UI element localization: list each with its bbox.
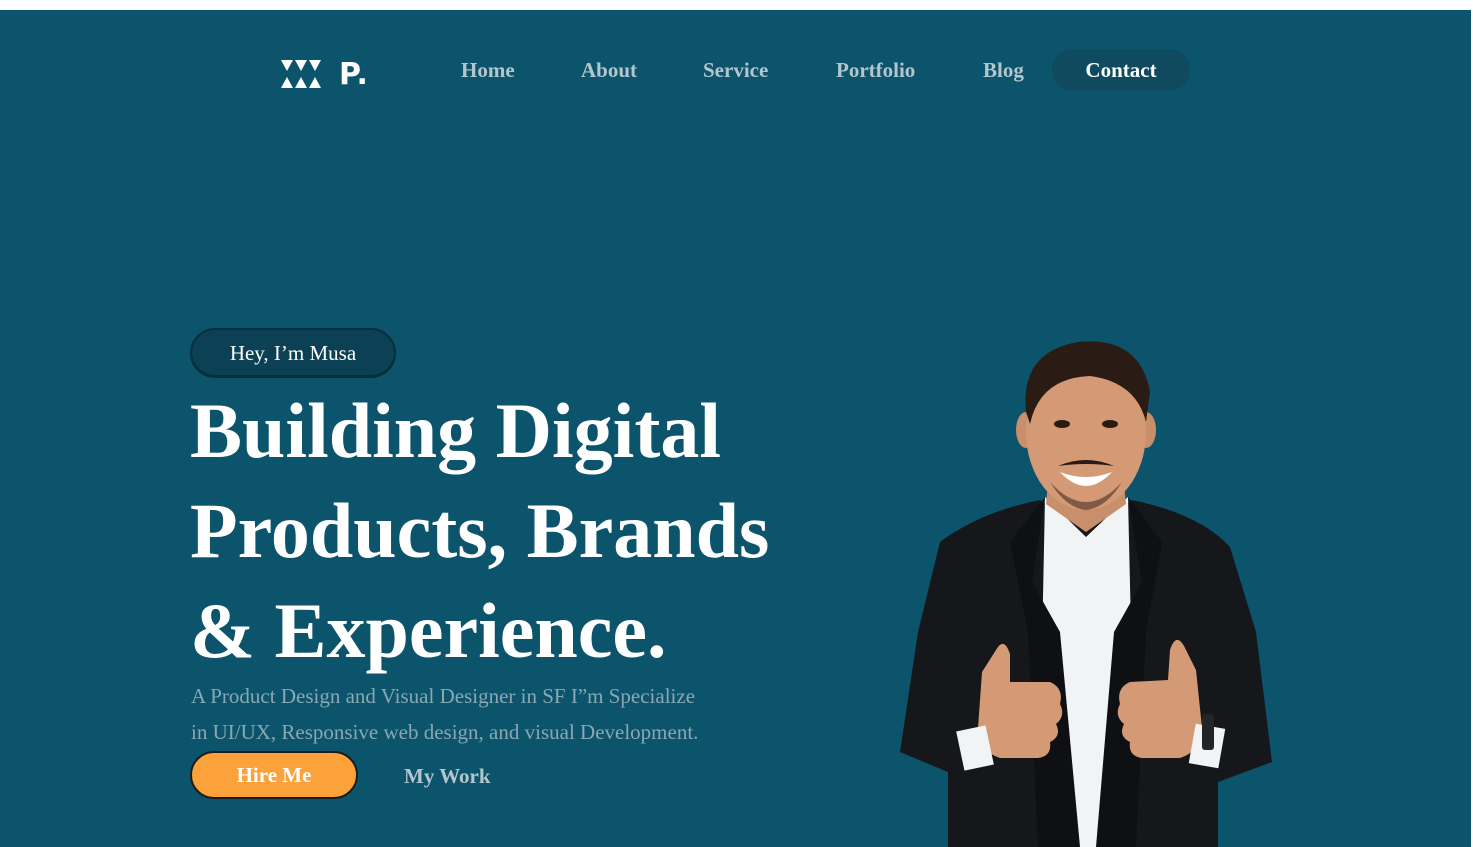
- nav-portfolio[interactable]: Portfolio: [836, 49, 915, 91]
- hero-headline: Building Digital Products, Brands & Expe…: [190, 381, 830, 681]
- nav-about[interactable]: About: [581, 49, 637, 91]
- headline-line-1: Building Digital: [190, 387, 721, 474]
- logo-mark-icon: [281, 60, 321, 88]
- intro-badge: Hey, I’m Musa: [190, 328, 396, 378]
- headline-line-3: & Experience.: [190, 587, 667, 674]
- logo[interactable]: P.: [281, 54, 369, 94]
- hero-page: P. Home About Service Portfolio Blog Con…: [0, 10, 1471, 847]
- nav-contact-button[interactable]: Contact: [1052, 49, 1190, 91]
- hero-description: A Product Design and Visual Designer in …: [191, 678, 751, 750]
- headline-line-2: Products, Brands: [190, 487, 770, 574]
- description-line-1: A Product Design and Visual Designer in …: [191, 684, 696, 708]
- logo-text: P.: [339, 56, 369, 92]
- nav-home[interactable]: Home: [461, 49, 515, 91]
- hire-me-button[interactable]: Hire Me: [190, 751, 358, 799]
- portrait-photo: [900, 341, 1272, 847]
- description-line-2: in UI/UX, Responsive web design, and vis…: [191, 720, 699, 744]
- nav-blog[interactable]: Blog: [983, 49, 1024, 91]
- my-work-link[interactable]: My Work: [404, 756, 491, 796]
- nav-service[interactable]: Service: [703, 49, 768, 91]
